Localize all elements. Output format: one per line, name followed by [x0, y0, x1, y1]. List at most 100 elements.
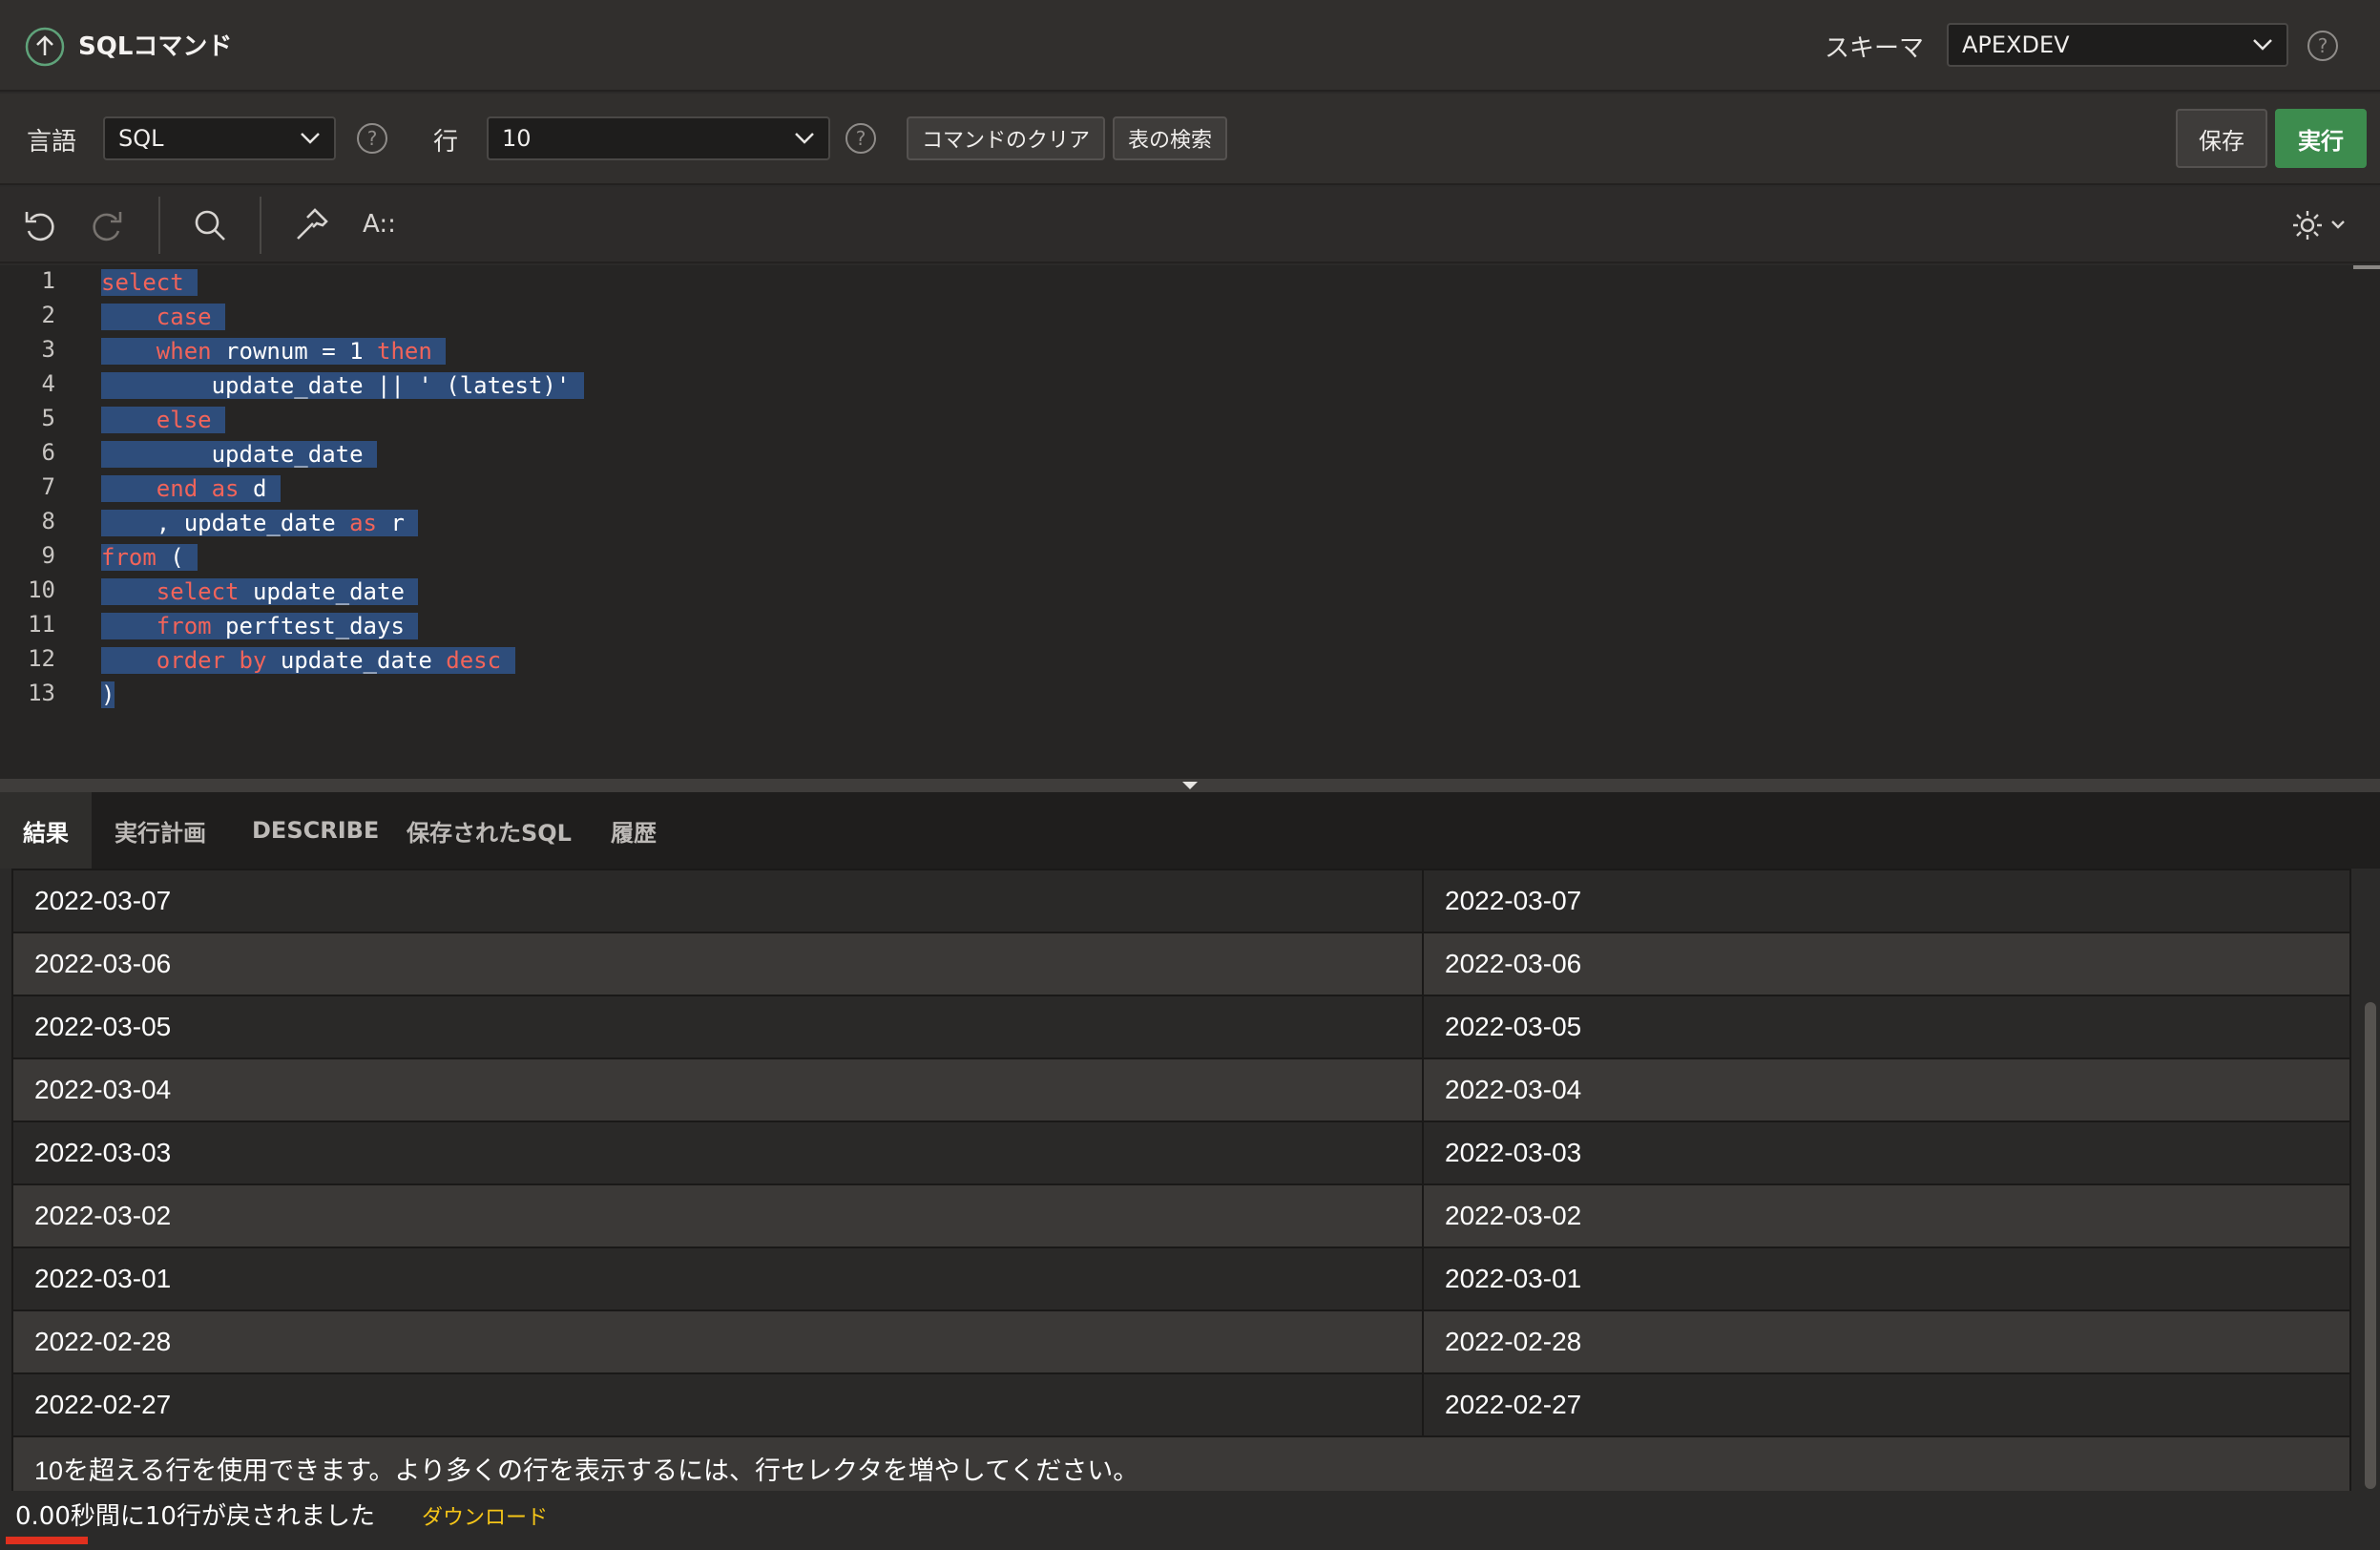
cell-d: 2022-03-01 — [11, 1246, 1424, 1311]
code-line: ) — [101, 681, 115, 708]
progress-bar — [6, 1537, 88, 1544]
line-number: 4 — [41, 370, 55, 397]
table-row: 2022-02-27 2022-02-27 — [11, 1372, 2351, 1437]
code-line: , update_date as r — [101, 506, 419, 540]
find-table-button[interactable]: 表の検索 — [1113, 116, 1227, 160]
code-line: end as d — [101, 471, 281, 506]
search-icon[interactable] — [191, 206, 229, 244]
table-row: 2022-02-28 2022-02-28 — [11, 1309, 2351, 1374]
cell-r: 2022-03-01 — [1422, 1246, 2351, 1311]
code-line: when rownum = 1 then — [101, 334, 447, 368]
code-line: update_date || ' (latest)' — [101, 368, 584, 403]
code-line: case — [101, 300, 226, 334]
line-number: 5 — [41, 405, 55, 431]
cell-d: 2022-03-06 — [11, 932, 1424, 996]
language-value: SQL — [118, 125, 164, 152]
code-line: from ( — [101, 540, 198, 575]
cell-r: 2022-03-04 — [1422, 1058, 2351, 1122]
results-grid: 2022-03-07 2022-03-07 2022-03-06 2022-03-06… — [11, 869, 2351, 1500]
gear-icon[interactable] — [2290, 206, 2353, 244]
cell-r: 2022-03-03 — [1422, 1121, 2351, 1185]
schema-help-icon[interactable]: ? — [2307, 31, 2338, 61]
table-row: 2022-03-05 2022-03-05 — [11, 995, 2351, 1059]
code-line: update_date — [101, 437, 377, 471]
rows-select[interactable]: 10 — [487, 116, 830, 160]
line-number: 13 — [28, 680, 55, 706]
cell-r: 2022-03-02 — [1422, 1183, 2351, 1248]
cell-d: 2022-03-02 — [11, 1183, 1424, 1248]
tab-saved-sql[interactable]: 保存されたSQL — [407, 792, 572, 869]
tab-describe[interactable]: DESCRIBE — [252, 792, 379, 869]
result-tabs: 結果 実行計画 DESCRIBE 保存されたSQL 履歴 — [0, 792, 2380, 869]
editor-scrollbar[interactable] — [2353, 265, 2380, 269]
line-number: 11 — [28, 611, 55, 638]
cell-r: 2022-02-27 — [1422, 1372, 2351, 1437]
tab-history[interactable]: 履歴 — [611, 792, 657, 869]
chevron-down-icon — [794, 132, 815, 145]
line-number: 12 — [28, 645, 55, 672]
table-row: 2022-03-02 2022-03-02 — [11, 1183, 2351, 1248]
page-header: SQLコマンド スキーマ APEXDEV ? — [0, 0, 2380, 92]
run-button[interactable]: 実行 — [2275, 109, 2367, 168]
cell-r: 2022-03-07 — [1422, 869, 2351, 933]
cell-d: 2022-03-04 — [11, 1058, 1424, 1122]
toolbar-divider — [158, 197, 160, 254]
code-line: from perftest_days — [101, 609, 419, 643]
page-title: SQLコマンド — [78, 32, 233, 61]
code-line: select update_date — [101, 575, 419, 609]
save-button[interactable]: 保存 — [2176, 109, 2267, 168]
status-text: 0.00秒間に10行が戻されました — [15, 1502, 375, 1531]
language-label: 言語 — [27, 128, 77, 157]
code-line: else — [101, 403, 226, 437]
schema-select[interactable]: APEXDEV — [1947, 23, 2288, 67]
line-number: 1 — [41, 267, 55, 294]
line-number: 2 — [41, 302, 55, 328]
toolbar-divider — [260, 197, 261, 254]
results-footer: 0.00秒間に10行が戻されました ダウンロード — [0, 1491, 2380, 1550]
command-toolbar: 言語 SQL ? 行 10 ? コマンドのクリア 表の検索 保存 実行 — [0, 94, 2380, 185]
cell-r: 2022-03-05 — [1422, 995, 2351, 1059]
line-number: 3 — [41, 336, 55, 363]
hammer-icon[interactable] — [292, 206, 330, 244]
tab-execution-plan[interactable]: 実行計画 — [115, 792, 206, 869]
tab-results[interactable]: 結果 — [0, 792, 92, 869]
rows-value: 10 — [502, 125, 532, 152]
schema-label: スキーマ — [1825, 34, 1925, 63]
cell-d: 2022-03-05 — [11, 995, 1424, 1059]
line-number: 6 — [41, 439, 55, 466]
table-row: 2022-03-01 2022-03-01 — [11, 1246, 2351, 1311]
results-scrollbar[interactable] — [2365, 1002, 2376, 1489]
rows-label: 行 — [433, 128, 459, 157]
language-help-icon[interactable]: ? — [357, 123, 387, 154]
cell-d: 2022-02-28 — [11, 1309, 1424, 1374]
cell-d: 2022-03-03 — [11, 1121, 1424, 1185]
rows-help-icon[interactable]: ? — [846, 123, 876, 154]
code-line: order by update_date desc — [101, 643, 515, 678]
editor-toolbar: A:: — [0, 187, 2380, 263]
undo-icon[interactable] — [21, 206, 59, 244]
clear-command-button[interactable]: コマンドのクリア — [907, 116, 1105, 160]
redo-icon[interactable] — [88, 206, 126, 244]
line-number: 10 — [28, 576, 55, 603]
chevron-down-icon — [300, 132, 321, 145]
cell-d: 2022-02-27 — [11, 1372, 1424, 1437]
pane-splitter[interactable] — [0, 779, 2380, 792]
line-number: 9 — [41, 542, 55, 569]
language-select[interactable]: SQL — [103, 116, 336, 160]
schema-value: APEXDEV — [1962, 31, 2070, 58]
download-link[interactable]: ダウンロード — [422, 1500, 548, 1531]
table-row: 2022-03-04 2022-03-04 — [11, 1058, 2351, 1122]
line-number: 8 — [41, 508, 55, 534]
table-row: 2022-03-06 2022-03-06 — [11, 932, 2351, 996]
line-number: 7 — [41, 473, 55, 500]
table-row: 2022-03-03 2022-03-03 — [11, 1121, 2351, 1185]
chevron-down-icon — [2252, 38, 2273, 52]
table-row: 2022-03-07 2022-03-07 — [11, 869, 2351, 933]
code-line: select — [101, 265, 198, 300]
caret-down-icon[interactable] — [1181, 781, 1199, 790]
cell-r: 2022-02-28 — [1422, 1309, 2351, 1374]
cell-r: 2022-03-06 — [1422, 932, 2351, 996]
format-code-button[interactable]: A:: — [363, 210, 396, 239]
sql-editor[interactable]: 1 2 3 4 5 6 7 8 9 10 11 12 13 select cas… — [0, 265, 2380, 779]
arrow-up-circle-icon[interactable] — [25, 27, 65, 67]
